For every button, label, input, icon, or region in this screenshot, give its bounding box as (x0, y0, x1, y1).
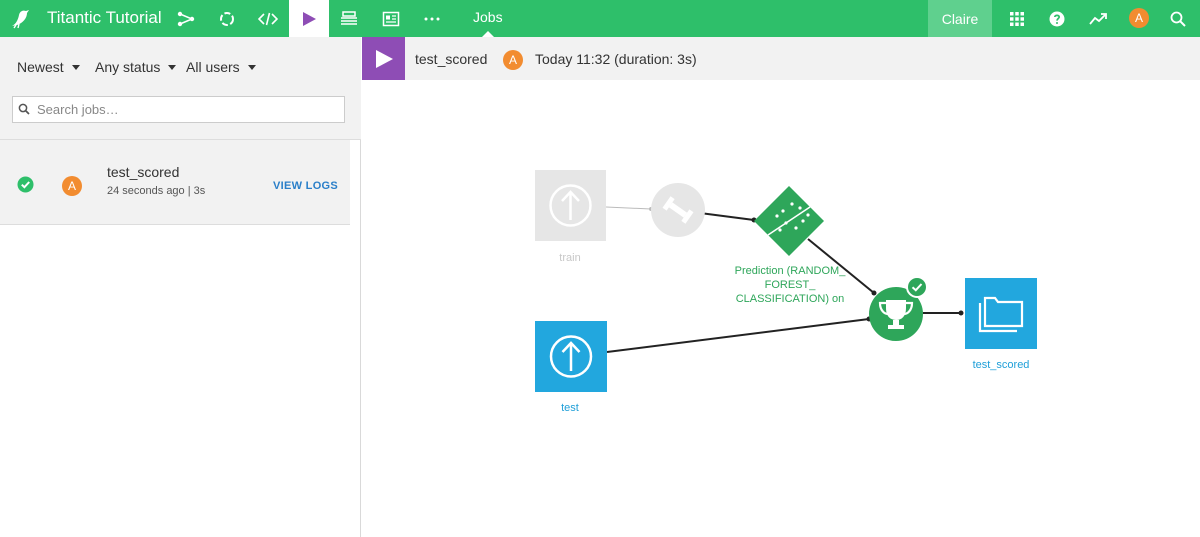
edge-train-recipe-to-model (699, 212, 755, 221)
more-icon[interactable] (412, 0, 452, 37)
user-avatar[interactable]: A (1129, 8, 1149, 28)
job-user-avatar: A (62, 176, 82, 196)
flow-graph (535, 170, 1037, 392)
job-list-item[interactable]: A test_scored 24 seconds ago | 3s VIEW L… (0, 140, 350, 225)
apps-grid-icon[interactable] (997, 0, 1037, 37)
prediction-node-label: Prediction (RANDOM_ FOREST_ CLASSIFICATI… (734, 265, 846, 305)
job-header-time: Today 11:32 (duration: 3s) (535, 51, 697, 67)
jobs-icon[interactable] (289, 0, 329, 37)
train-recipe-node[interactable] (651, 183, 705, 237)
job-filters: Newest Any status All users (0, 37, 361, 140)
flow-icon[interactable] (166, 0, 206, 37)
sort-value: Newest (17, 59, 64, 75)
edge-test-to-score (606, 318, 870, 353)
section-title-jobs: Jobs (473, 9, 503, 25)
train-dataset-node[interactable] (535, 170, 606, 241)
user-menu-button[interactable]: Claire (928, 0, 992, 37)
job-header: test_scored A Today 11:32 (duration: 3s) (362, 37, 1200, 80)
scoring-recipe-node[interactable] (869, 276, 928, 341)
code-icon[interactable] (248, 0, 288, 37)
edge-port (871, 290, 877, 296)
edge-train-to-train-recipe (605, 206, 652, 210)
users-dropdown[interactable]: All users (186, 59, 256, 75)
datasets-icon[interactable] (329, 0, 369, 37)
test-dataset-node[interactable] (535, 321, 607, 392)
top-navbar: Titantic Tutorial Jobs Claire A (0, 0, 1200, 37)
recipes-icon[interactable] (207, 0, 247, 37)
help-icon[interactable] (1037, 0, 1077, 37)
chevron-down-icon (71, 64, 80, 70)
prediction-model-node[interactable] (754, 186, 824, 256)
test-scored-node-label: test_scored (972, 359, 1030, 371)
job-header-name: test_scored (415, 51, 488, 67)
project-title[interactable]: Titantic Tutorial (47, 8, 162, 28)
dashboard-icon[interactable] (371, 0, 411, 37)
test-scored-dataset-node[interactable] (965, 278, 1037, 349)
sort-dropdown[interactable]: Newest (17, 59, 80, 75)
job-header-avatar: A (503, 50, 523, 70)
search-icon (18, 102, 30, 120)
job-run-icon (362, 37, 405, 80)
bird-logo-icon[interactable] (8, 6, 32, 30)
flow-canvas: train test Prediction (RANDOM_ FOREST_ C… (362, 80, 1200, 537)
train-node-label: train (559, 252, 581, 264)
users-value: All users (186, 59, 240, 75)
chevron-down-icon (247, 64, 256, 70)
edge-port (958, 310, 964, 316)
success-badge-icon (908, 278, 926, 296)
jobs-list-panel: Newest Any status All users A test_score… (0, 37, 361, 537)
success-check-icon (17, 176, 34, 198)
status-value: Any status (95, 59, 161, 75)
view-logs-link[interactable]: VIEW LOGS (273, 180, 338, 192)
trend-icon[interactable] (1078, 0, 1118, 37)
job-meta: 24 seconds ago | 3s (107, 185, 206, 197)
search-jobs-input[interactable] (37, 100, 337, 119)
status-dropdown[interactable]: Any status (95, 59, 177, 75)
search-box (12, 96, 345, 123)
job-name[interactable]: test_scored (107, 164, 179, 180)
search-icon[interactable] (1158, 0, 1198, 37)
test-node-label: test (561, 402, 579, 414)
chevron-down-icon (168, 64, 177, 70)
